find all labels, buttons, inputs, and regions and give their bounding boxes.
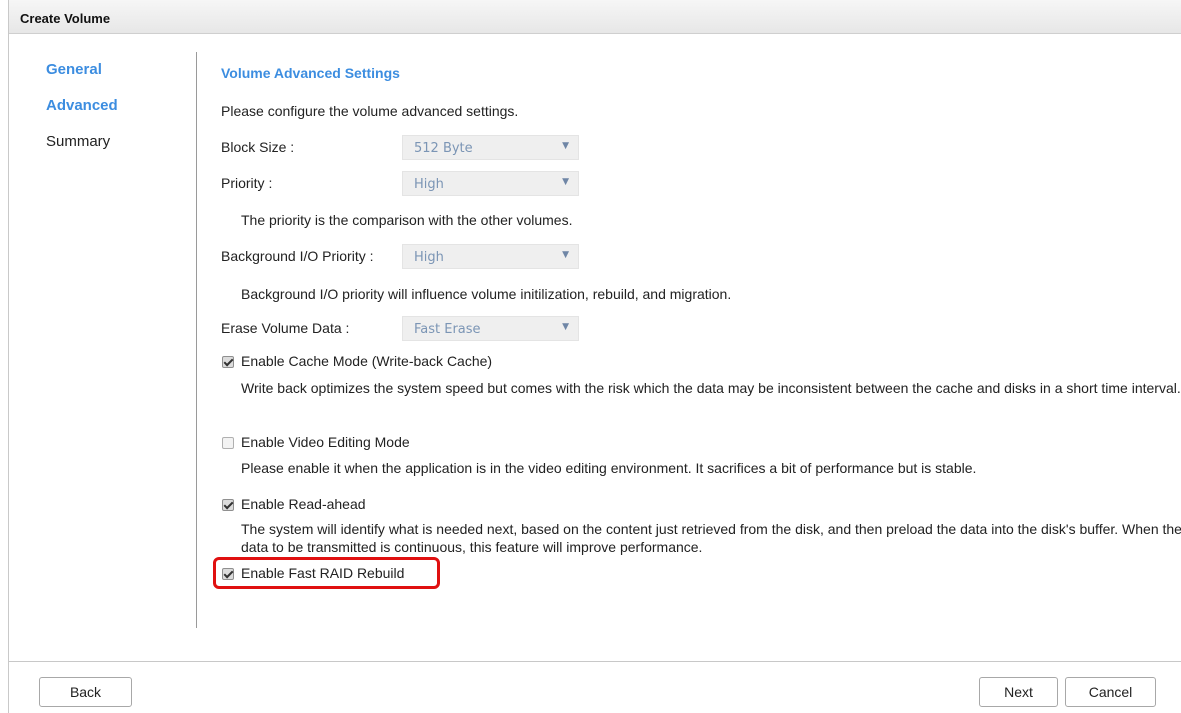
footer-divider: [9, 661, 1181, 662]
nav-item-summary[interactable]: Summary: [46, 133, 110, 150]
block-size-label: Block Size :: [221, 139, 295, 155]
nav-divider: [196, 52, 197, 628]
dropdown-arrow-icon: ▼: [562, 177, 569, 187]
block-size-select[interactable]: 512 Byte ▼: [402, 135, 579, 160]
back-button[interactable]: Back: [39, 677, 132, 707]
section-title: Volume Advanced Settings: [221, 65, 400, 81]
read-ahead-desc: The system will identify what is needed …: [241, 521, 1181, 555]
highlight-box: [213, 557, 440, 589]
nav-item-general[interactable]: General: [46, 61, 102, 78]
read-ahead-label: Enable Read-ahead: [241, 496, 366, 512]
cache-mode-desc: Write back optimizes the system speed bu…: [241, 380, 1181, 396]
cache-mode-label: Enable Cache Mode (Write-back Cache): [241, 353, 493, 369]
dropdown-arrow-icon: ▼: [562, 250, 569, 260]
priority-value: High: [414, 177, 444, 192]
video-mode-checkbox[interactable]: [222, 437, 234, 449]
intro-text: Please configure the volume advanced set…: [221, 103, 519, 119]
dropdown-arrow-icon: ▼: [562, 141, 569, 151]
bg-priority-label: Background I/O Priority :: [221, 248, 374, 264]
read-ahead-checkbox[interactable]: [222, 499, 234, 511]
erase-value: Fast Erase: [414, 322, 481, 337]
create-volume-dialog: Create Volume General Advanced Summary V…: [8, 0, 1181, 713]
priority-note: The priority is the comparison with the …: [241, 212, 573, 228]
dropdown-arrow-icon: ▼: [562, 322, 569, 332]
block-size-value: 512 Byte: [414, 141, 473, 156]
cancel-button[interactable]: Cancel: [1065, 677, 1156, 707]
next-button[interactable]: Next: [979, 677, 1058, 707]
dialog-title: Create Volume: [20, 11, 111, 26]
bg-priority-value: High: [414, 250, 444, 265]
priority-label: Priority :: [221, 175, 273, 191]
video-mode-desc: Please enable it when the application is…: [241, 460, 977, 476]
cache-mode-checkbox[interactable]: [222, 356, 234, 368]
video-mode-label: Enable Video Editing Mode: [241, 434, 410, 450]
erase-label: Erase Volume Data :: [221, 320, 350, 336]
dialog-titlebar: Create Volume: [9, 0, 1181, 34]
bg-priority-note: Background I/O priority will influence v…: [241, 286, 732, 302]
bg-priority-select[interactable]: High ▼: [402, 244, 579, 269]
nav-item-advanced[interactable]: Advanced: [46, 97, 118, 114]
erase-select[interactable]: Fast Erase ▼: [402, 316, 579, 341]
priority-select[interactable]: High ▼: [402, 171, 579, 196]
